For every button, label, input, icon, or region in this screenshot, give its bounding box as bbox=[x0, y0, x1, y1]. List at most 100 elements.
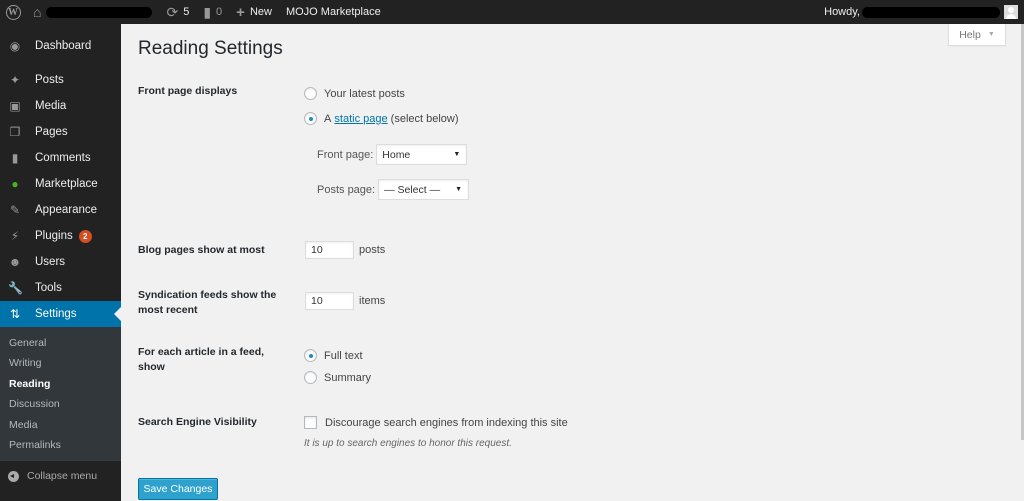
posts-per-rss-input[interactable]: 10 bbox=[305, 292, 354, 310]
sidebar-item-pages[interactable]: ❐ Pages bbox=[0, 119, 121, 145]
paintbrush-icon: ✎ bbox=[9, 203, 21, 217]
posts-page-select[interactable]: — Select — ▼ bbox=[378, 179, 470, 200]
dropdown-arrow-icon: ▼ bbox=[455, 186, 463, 193]
sidebar-item-label: Tools bbox=[35, 282, 62, 294]
front-page-label: Front page: bbox=[317, 148, 374, 161]
help-label: Help bbox=[959, 28, 981, 41]
items-unit: items bbox=[359, 295, 386, 307]
mojo-marketplace-link[interactable]: MOJO Marketplace bbox=[279, 0, 388, 24]
submenu-writing[interactable]: Writing bbox=[0, 353, 121, 373]
my-account-menu[interactable]: Howdy, bbox=[824, 0, 1024, 24]
settings-icon: ⇅ bbox=[9, 307, 21, 321]
sidebar-item-label: Posts bbox=[35, 74, 64, 86]
plugin-icon: ⚡ bbox=[10, 229, 20, 243]
plugins-update-badge: 2 bbox=[78, 229, 92, 243]
radio-label: Full text bbox=[324, 349, 363, 362]
front-page-value: Home bbox=[382, 148, 411, 161]
posts-unit: posts bbox=[359, 244, 386, 256]
admin-bar: W ⌂ ⟳ 5 ▮ 0 + New MOJO Marketplace Howdy… bbox=[0, 0, 1024, 24]
comments-link[interactable]: ▮ 0 bbox=[196, 0, 229, 24]
radio-full-text[interactable]: Full text bbox=[304, 349, 363, 362]
blog-pages-label: Blog pages show at most bbox=[138, 244, 265, 256]
front-page-select[interactable]: Home ▼ bbox=[376, 144, 468, 165]
syndication-label: Syndication feeds show the most recent bbox=[138, 289, 277, 316]
home-icon: ⌂ bbox=[33, 4, 42, 20]
sidebar-item-label: Appearance bbox=[35, 204, 98, 216]
dashboard-icon: ◉ bbox=[9, 39, 21, 53]
radio-label: Your latest posts bbox=[324, 87, 405, 100]
sidebar-item-label: Dashboard bbox=[35, 40, 92, 52]
comment-icon: ▮ bbox=[203, 3, 212, 20]
radio-static-page-input[interactable] bbox=[304, 112, 317, 125]
howdy-label: Howdy, bbox=[824, 6, 860, 18]
search-visibility-label: Search Engine Visibility bbox=[138, 416, 257, 428]
redacted-site-name bbox=[46, 6, 153, 18]
posts-page-select-row: Posts page: — Select — ▼ bbox=[317, 179, 470, 200]
radio-full-text-input[interactable] bbox=[304, 349, 317, 362]
sidebar-item-appearance[interactable]: ✎ Appearance bbox=[0, 197, 121, 223]
sidebar-item-media[interactable]: ▣ Media bbox=[0, 93, 121, 119]
new-content-button[interactable]: + New bbox=[229, 0, 279, 24]
sidebar-item-plugins[interactable]: ⚡ Plugins 2 bbox=[0, 223, 121, 249]
sidebar-item-dashboard[interactable]: ◉ Dashboard bbox=[0, 33, 121, 59]
feed-article-label: For each article in a feed, show bbox=[138, 346, 265, 373]
wrench-icon: 🔧 bbox=[8, 281, 23, 295]
discourage-search-checkbox[interactable] bbox=[304, 416, 317, 429]
submenu-permalinks[interactable]: Permalinks bbox=[0, 435, 121, 455]
wordpress-logo-button[interactable]: W bbox=[0, 0, 26, 24]
radio-latest-posts-input[interactable] bbox=[304, 87, 317, 100]
plus-icon: + bbox=[236, 3, 245, 21]
syndication-row: 10 items bbox=[305, 292, 385, 310]
settings-submenu: General Writing Reading Discussion Media… bbox=[0, 327, 121, 462]
sidebar-item-label: Pages bbox=[35, 126, 68, 138]
posts-per-page-input[interactable]: 10 bbox=[305, 241, 354, 259]
mojo-monster-icon: ● bbox=[11, 177, 19, 191]
blog-pages-row: 10 posts bbox=[305, 241, 385, 259]
submenu-reading[interactable]: Reading bbox=[0, 374, 121, 394]
static-page-link[interactable]: static page bbox=[334, 113, 387, 125]
user-icon: ☻ bbox=[8, 255, 22, 269]
sidebar-item-label: Settings bbox=[35, 308, 77, 320]
page-title: Reading Settings bbox=[138, 38, 283, 59]
caret-down-icon: ▼ bbox=[987, 31, 995, 38]
posts-page-label: Posts page: bbox=[317, 183, 376, 196]
collapse-menu-label: Collapse menu bbox=[27, 470, 98, 483]
sidebar-item-label: Comments bbox=[35, 152, 91, 164]
pages-icon: ❐ bbox=[9, 125, 21, 139]
radio-static-page[interactable]: A static page (select below) bbox=[304, 112, 459, 125]
submenu-general[interactable]: General bbox=[0, 333, 121, 353]
site-name-link[interactable]: ⌂ bbox=[26, 0, 159, 24]
checkbox-label: Discourage search engines from indexing … bbox=[325, 416, 568, 429]
radio-latest-posts[interactable]: Your latest posts bbox=[304, 87, 405, 100]
discourage-search-row[interactable]: Discourage search engines from indexing … bbox=[304, 416, 568, 429]
updates-count: 5 bbox=[183, 6, 190, 18]
radio-summary[interactable]: Summary bbox=[304, 371, 371, 384]
wordpress-logo-icon: W bbox=[5, 4, 21, 20]
sidebar-item-tools[interactable]: 🔧 Tools bbox=[0, 275, 121, 301]
sidebar-item-label: Media bbox=[35, 100, 67, 112]
dropdown-arrow-icon: ▼ bbox=[453, 151, 461, 158]
search-visibility-description: It is up to search engines to honor this… bbox=[304, 438, 512, 449]
radio-summary-input[interactable] bbox=[304, 371, 317, 384]
sidebar-item-comments[interactable]: ▮ Comments bbox=[0, 145, 121, 171]
help-tab-button[interactable]: Help ▼ bbox=[948, 24, 1006, 46]
front-page-displays-label: Front page displays bbox=[138, 85, 238, 97]
radio-label-suffix: (select below) bbox=[390, 112, 459, 125]
submenu-discussion[interactable]: Discussion bbox=[0, 394, 121, 414]
submenu-media[interactable]: Media bbox=[0, 415, 121, 435]
sidebar-item-marketplace[interactable]: ● Marketplace bbox=[0, 171, 121, 197]
sidebar-item-posts[interactable]: ✦ Posts bbox=[0, 67, 121, 93]
save-changes-button[interactable]: Save Changes bbox=[138, 478, 218, 500]
updates-icon: ⟳ bbox=[166, 3, 179, 20]
admin-sidebar: ◉ Dashboard ✦ Posts ▣ Media ❐ Pages ▮ Co… bbox=[0, 24, 121, 501]
comments-count: 0 bbox=[216, 6, 223, 18]
marketplace-label: MOJO Marketplace bbox=[285, 6, 381, 18]
redacted-username bbox=[862, 6, 1000, 18]
front-page-select-row: Front page: Home ▼ bbox=[317, 144, 468, 165]
sidebar-item-settings[interactable]: ⇅ Settings bbox=[0, 301, 121, 327]
media-icon: ▣ bbox=[9, 99, 21, 113]
sidebar-item-users[interactable]: ☻ Users bbox=[0, 249, 121, 275]
updates-link[interactable]: ⟳ 5 bbox=[159, 0, 196, 24]
pin-icon: ✦ bbox=[9, 73, 21, 87]
collapse-menu-button[interactable]: Collapse menu bbox=[0, 461, 121, 491]
